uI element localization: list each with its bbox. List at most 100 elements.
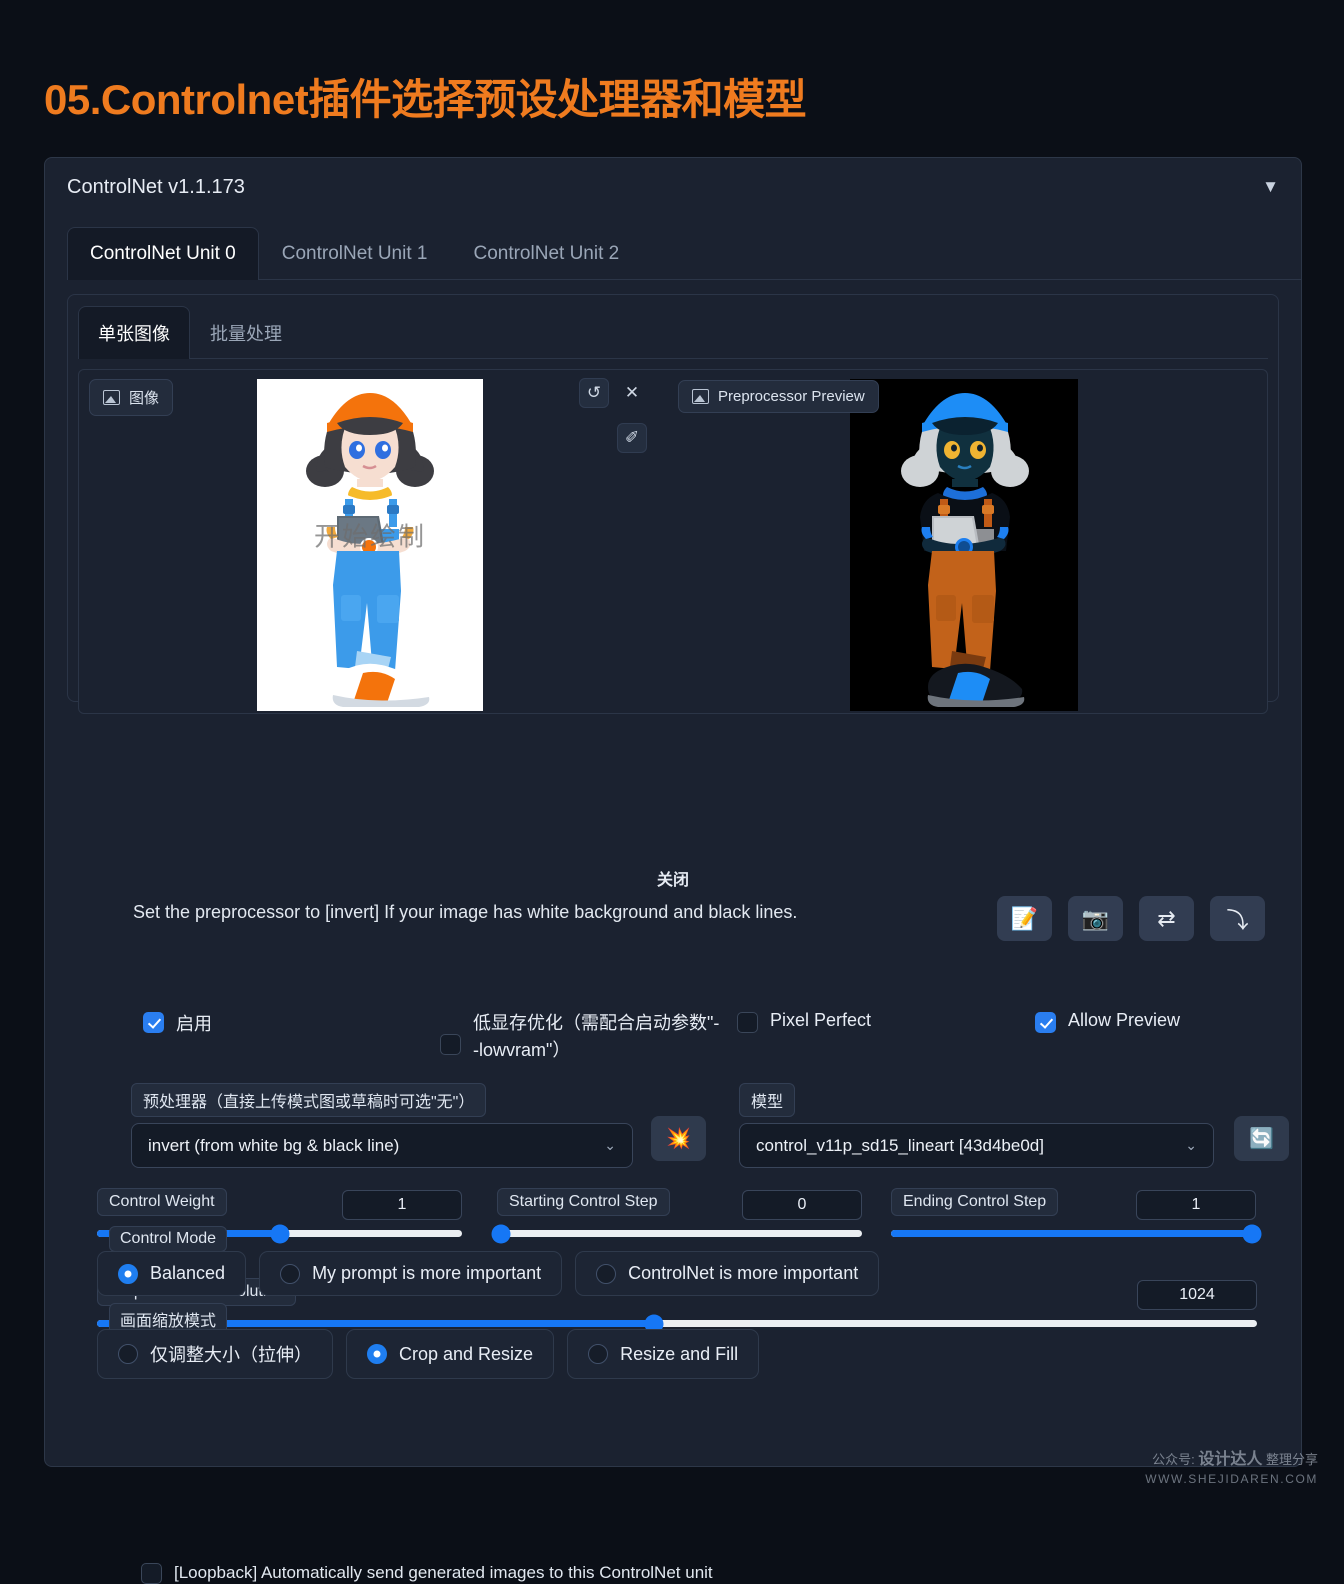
tab-controlnet-unit-2[interactable]: ControlNet Unit 2 [450,227,642,280]
chevron-down-icon[interactable]: ▼ [1262,178,1279,195]
model-label: 模型 [739,1083,796,1117]
preprocessor-hint-text: Set the preprocessor to [invert] If your… [133,902,798,922]
image-tool-group: ↺ ✕ [579,378,647,408]
checkbox-loopback-box[interactable] [141,1563,162,1584]
radio-my-prompt-label: My prompt is more important [312,1263,542,1283]
source-image-badge: 图像 [89,379,174,416]
image-icon [692,389,709,404]
panel-header: ControlNet v1.1.173 ▼ [45,158,1301,214]
options-checkbox-row: 启用 低显存优化（需配合启动参数"--lowvram"） Pixel Perfe… [67,998,1279,1068]
panel-title: ControlNet v1.1.173 [67,176,245,198]
model-value: control_v11p_sd15_lineart [43d4be0d] [756,1135,1044,1155]
control-mode-label: Control Mode [109,1226,228,1252]
preprocessor-select[interactable]: invert (from white bg & black line) ⌄ [131,1123,633,1168]
checkbox-lowvram-label: 低显存优化（需配合启动参数"--lowvram"） [473,1013,720,1060]
radio-crop-and-resize[interactable]: Crop and Resize [346,1329,555,1379]
preprocessor-preview-label: Preprocessor Preview [718,388,865,405]
radio-my-prompt-more-important[interactable]: My prompt is more important [259,1251,563,1296]
checkbox-enable[interactable]: 启用 [143,1010,212,1036]
model-select-row: 预处理器（直接上传模式图或草稿时可选"无"） invert (from whit… [67,1083,1289,1171]
radio-crop-and-resize-label: Crop and Resize [399,1343,534,1364]
preprocessor-label: 预处理器（直接上传模式图或草稿时可选"无"） [131,1083,487,1117]
preprocessor-preview-badge: Preprocessor Preview [678,380,879,413]
send-dimensions-button[interactable]: ⤵ [1210,896,1265,941]
checkbox-enable-label: 启用 [176,1014,212,1034]
slider-starting-control-step: Starting Control Step 0 [491,1188,862,1243]
source-image-badge-label: 图像 [129,390,160,407]
open-new-canvas-button[interactable]: 📝 [997,896,1052,941]
site-watermark: 公众号: 设计达人 整理分享 WWW.SHEJIDAREN.COM [1145,1449,1318,1487]
checkbox-allow-preview-label: Allow Preview [1068,1010,1181,1030]
close-icon[interactable]: ✕ [617,378,647,408]
tab-single-image[interactable]: 单张图像 [78,306,190,359]
radio-balanced-label: Balanced [150,1263,226,1283]
checkbox-allow-preview-box[interactable] [1035,1012,1056,1033]
radio-balanced[interactable]: Balanced [97,1251,247,1296]
checkbox-lowvram[interactable]: 低显存优化（需配合启动参数"--lowvram"） [440,1010,723,1064]
ending-control-step-value[interactable]: 1 [1136,1190,1256,1220]
checkbox-lowvram-box[interactable] [440,1034,461,1055]
starting-control-step-thumb[interactable] [491,1224,511,1243]
preprocessor-resolution-track[interactable] [97,1314,1257,1333]
control-mode-group: Balanced My prompt is more important Con… [97,1251,880,1296]
radio-just-resize[interactable]: 仅调整大小（拉伸） [97,1329,333,1379]
webcam-button[interactable]: 📷 [1068,896,1123,941]
image-icon [103,390,120,405]
undo-icon[interactable]: ↺ [579,378,609,408]
unit-tab-bar: ControlNet Unit 0 ControlNet Unit 1 Cont… [67,226,1301,280]
site-watermark-line1: 公众号: 设计达人 整理分享 [1152,1451,1318,1469]
starting-control-step-value[interactable]: 0 [742,1190,862,1220]
radio-balanced-dot[interactable] [118,1263,138,1284]
model-field: 模型 control_v11p_sd15_lineart [43d4be0d] … [739,1083,1214,1168]
checkbox-enable-box[interactable] [143,1012,164,1033]
preprocessor-value: invert (from white bg & black line) [148,1135,400,1155]
radio-resize-and-fill-dot[interactable] [588,1344,609,1364]
preprocessed-character-illustration [850,379,1078,711]
resize-mode-group: 仅调整大小（拉伸） Crop and Resize Resize and Fil… [97,1329,760,1379]
chevron-down-icon: ⌄ [1185,1137,1197,1153]
checkbox-pixel-perfect[interactable]: Pixel Perfect [737,1010,871,1033]
radio-resize-and-fill-label: Resize and Fill [620,1343,739,1364]
ending-control-step-label: Ending Control Step [891,1188,1059,1216]
slider-ending-control-step: Ending Control Step 1 [891,1188,1262,1243]
refresh-models-button[interactable]: 🔄 [1234,1116,1289,1161]
image-action-button-group: 📝 📷 ⇄ ⤵ [997,896,1265,941]
starting-control-step-track[interactable] [491,1224,862,1243]
image-drop-area[interactable]: 图像 Preprocessor Preview 开始绘制 ↺ ✕ ✐ [78,369,1268,714]
chevron-down-icon: ⌄ [604,1137,616,1153]
checkbox-pixel-perfect-label: Pixel Perfect [770,1010,872,1030]
model-select[interactable]: control_v11p_sd15_lineart [43d4be0d] ⌄ [739,1123,1214,1168]
radio-controlnet-label: ControlNet is more important [628,1263,859,1283]
hint-row: Set the preprocessor to [invert] If your… [67,896,1279,966]
close-label: 关闭 [656,872,689,889]
radio-just-resize-label: 仅调整大小（拉伸） [150,1345,312,1365]
ending-control-step-thumb[interactable] [1242,1224,1262,1243]
page-title: 05.Controlnet插件选择预设处理器和模型 [44,76,807,123]
tab-controlnet-unit-0[interactable]: ControlNet Unit 0 [67,227,259,280]
checkbox-pixel-perfect-box[interactable] [737,1012,758,1033]
controlnet-panel: ControlNet v1.1.173 ▼ ControlNet Unit 0 … [44,157,1302,1584]
ending-control-step-track[interactable] [891,1224,1262,1243]
character-illustration [306,393,434,707]
preprocessor-preview-image[interactable] [850,379,1078,711]
checkbox-loopback-label: [Loopback] Automatically send generated … [174,1562,713,1582]
control-weight-value[interactable]: 1 [342,1190,462,1220]
preprocessor-field: 预处理器（直接上传模式图或草稿时可选"无"） invert (from whit… [131,1083,633,1168]
checkbox-allow-preview[interactable]: Allow Preview [1035,1010,1180,1033]
preprocessor-resolution-value[interactable]: 1024 [1137,1280,1257,1310]
source-image[interactable]: 开始绘制 [257,379,483,711]
checkbox-loopback[interactable]: [Loopback] Automatically send generated … [141,1561,713,1584]
radio-crop-and-resize-dot[interactable] [367,1344,387,1364]
edit-draw-icon[interactable]: ✐ [617,423,647,453]
tab-batch-process[interactable]: 批量处理 [190,306,302,359]
radio-resize-and-fill[interactable]: Resize and Fill [567,1329,760,1379]
run-preprocessor-button[interactable]: 💥 [651,1116,706,1161]
tab-controlnet-unit-1[interactable]: ControlNet Unit 1 [259,227,451,280]
radio-my-prompt-dot[interactable] [280,1263,301,1284]
radio-just-resize-dot[interactable] [118,1344,138,1364]
swap-button[interactable]: ⇄ [1139,896,1194,941]
radio-controlnet-dot[interactable] [596,1263,617,1284]
control-weight-thumb[interactable] [270,1224,289,1243]
radio-controlnet-more-important[interactable]: ControlNet is more important [575,1251,880,1296]
control-weight-label: Control Weight [97,1188,227,1216]
